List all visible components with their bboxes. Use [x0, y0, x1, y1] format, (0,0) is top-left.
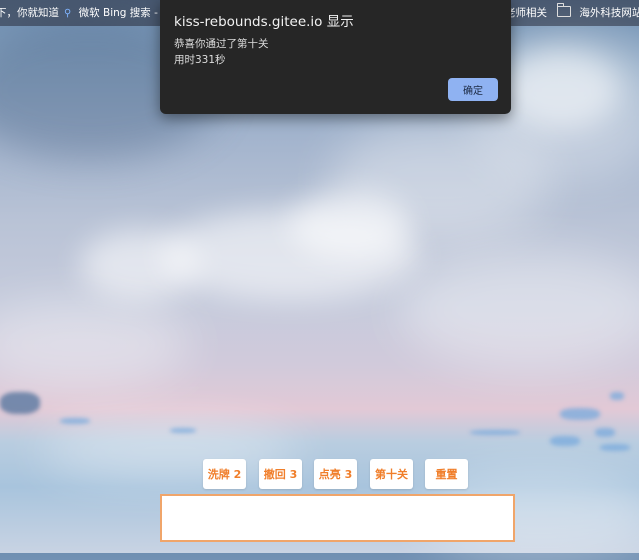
search-icon: ⚲: [64, 8, 72, 19]
tile-tray: [160, 494, 515, 542]
bookmark-folder-overseas-tech[interactable]: 海外科技网站: [556, 3, 639, 20]
light-up-button[interactable]: 点亮 3: [314, 459, 357, 489]
folder-icon: [556, 3, 571, 17]
ok-button[interactable]: 确定: [448, 78, 498, 101]
alert-dialog: kiss-rebounds.gitee.io 显示 恭喜你通过了第十关 用时33…: [160, 0, 511, 114]
shuffle-button[interactable]: 洗牌 2: [203, 459, 246, 489]
bookmark-item-bing[interactable]: ⚲ 微软 Bing 搜索 - 国: [64, 5, 172, 20]
bookmark-item-baidu[interactable]: 下，你就知道: [0, 5, 59, 20]
bookmark-label: 老师相关: [505, 7, 547, 19]
undo-button[interactable]: 撤回 3: [259, 459, 302, 489]
dialog-message-line2: 用时331秒: [174, 54, 226, 66]
reset-button[interactable]: 重置: [425, 459, 468, 489]
bookmark-label: 微软 Bing 搜索 - 国: [78, 7, 172, 19]
bookmark-label: 下，你就知道: [0, 7, 59, 19]
dialog-message-line1: 恭喜你通过了第十关: [174, 38, 269, 50]
level-button[interactable]: 第十关: [370, 459, 413, 489]
bookmark-item-teacher[interactable]: 老师相关: [505, 5, 547, 20]
bookmark-label: 海外科技网站: [579, 7, 639, 19]
dialog-title: kiss-rebounds.gitee.io 显示: [174, 14, 354, 30]
